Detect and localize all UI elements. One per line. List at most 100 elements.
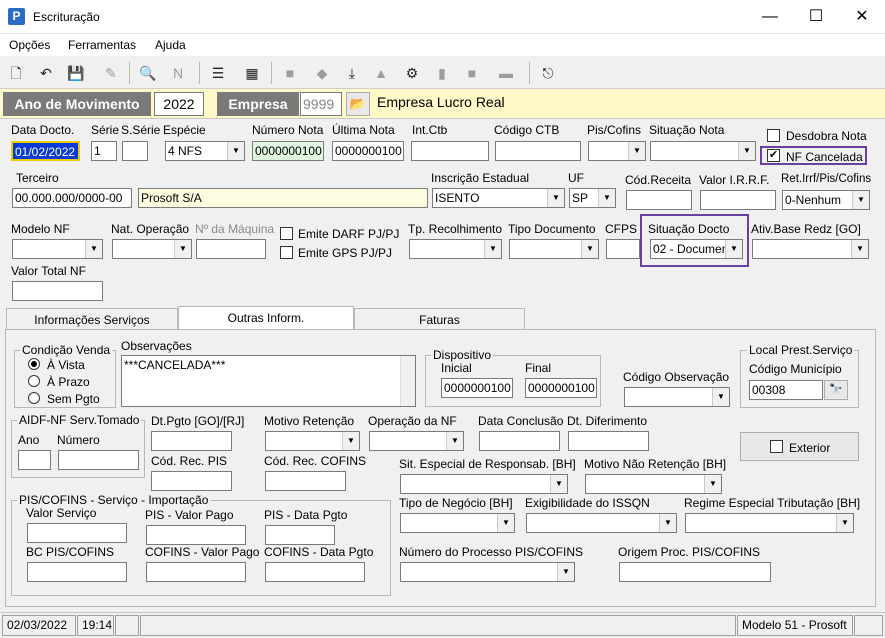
sit-especial-select[interactable]: ▼ xyxy=(400,474,568,494)
aidf-numero-field[interactable] xyxy=(58,450,139,470)
inscricao-estadual-select[interactable]: ISENTO ▼ xyxy=(432,188,565,208)
desdobra-nota-checkbox[interactable] xyxy=(767,129,780,142)
int-ctb-field[interactable] xyxy=(411,141,489,161)
minus-icon[interactable]: ▬ xyxy=(496,63,516,83)
pis-valor-pago-field[interactable] xyxy=(146,525,246,545)
tools-icon[interactable]: ◆ xyxy=(312,63,332,83)
exterior-checkbox[interactable] xyxy=(770,440,783,453)
valor-servico-field[interactable] xyxy=(27,523,127,543)
delete-icon[interactable]: ✎ xyxy=(101,63,121,83)
desdobra-nota-label: Desdobra Nota xyxy=(786,129,867,143)
close-button[interactable]: ✕ xyxy=(839,0,885,34)
tab-faturas[interactable]: Faturas xyxy=(354,308,525,330)
ano-movimento-field[interactable]: 2022 xyxy=(154,92,204,116)
home-icon[interactable]: ▲ xyxy=(371,63,391,83)
nat-operacao-select[interactable]: ▼ xyxy=(112,239,192,259)
codigo-ctb-field[interactable] xyxy=(495,141,581,161)
pis-data-pgto-label: PIS - Data Pgto xyxy=(264,508,348,522)
menu-ferramentas[interactable]: Ferramentas xyxy=(68,38,136,52)
data-conclusao-field[interactable] xyxy=(479,431,560,451)
terceiro-nome-field[interactable]: Prosoft S/A xyxy=(138,188,428,208)
empresa-code-field[interactable]: 9999 xyxy=(300,92,342,116)
bc-pis-cofins-field[interactable] xyxy=(27,562,127,582)
minimize-button[interactable]: — xyxy=(747,0,793,34)
calc-icon[interactable]: ⚙ xyxy=(402,63,422,83)
menu-opcoes[interactable]: Opções xyxy=(9,38,50,52)
serie-field[interactable]: 1 xyxy=(91,141,117,161)
uf-select[interactable]: SP ▼ xyxy=(569,188,616,208)
disp-inicial-field[interactable]: 0000000100 xyxy=(441,378,513,398)
especie-select[interactable]: 4 NFS ▼ xyxy=(165,141,245,161)
observacoes-textarea[interactable]: ***CANCELADA*** xyxy=(121,355,416,407)
situacao-nota-select[interactable]: ▼ xyxy=(650,141,756,161)
modelo-nf-select[interactable]: ▼ xyxy=(12,239,103,259)
operacao-nf-select[interactable]: ▼ xyxy=(369,431,464,451)
cod-rec-pis-field[interactable] xyxy=(151,471,232,491)
new-document-icon[interactable]: 🗋 xyxy=(6,63,26,83)
box-icon[interactable]: ▮ xyxy=(432,63,452,83)
tipo-negocio-select[interactable]: ▼ xyxy=(400,513,515,533)
numero-processo-select[interactable]: ▼ xyxy=(400,562,575,582)
situacao-docto-select[interactable]: 02 - Documen ▼ xyxy=(650,239,743,259)
irrf-field[interactable] xyxy=(700,190,776,210)
ultima-nota-field[interactable]: 0000000100 xyxy=(332,141,404,161)
maximize-button[interactable]: ☐ xyxy=(793,0,839,34)
cod-rec-cofins-field[interactable] xyxy=(265,471,346,491)
cofins-data-pgto-field[interactable] xyxy=(265,562,365,582)
ret-irrf-select[interactable]: 0-Nenhum ▼ xyxy=(782,190,870,210)
regime-especial-select[interactable]: ▼ xyxy=(685,513,854,533)
cod-receita-field[interactable] xyxy=(626,190,692,210)
nf-cancelada-checkbox[interactable]: ✔ xyxy=(767,149,780,162)
data-docto-field[interactable]: 01/02/2022 xyxy=(11,141,80,161)
toolbar-separator xyxy=(529,62,530,84)
download-icon[interactable]: ⤓ xyxy=(342,63,362,83)
valor-total-field[interactable] xyxy=(12,281,103,301)
radio-a-prazo[interactable] xyxy=(28,375,40,387)
nfe-icon[interactable]: N xyxy=(168,63,188,83)
tab-outras-inform[interactable]: Outras Inform. xyxy=(178,306,354,330)
exigibilidade-select[interactable]: ▼ xyxy=(526,513,677,533)
ativ-base-label: Ativ.Base Redz [GO] xyxy=(751,222,861,236)
terceiro-cnpj-field[interactable]: 00.000.000/0000-00 xyxy=(12,188,132,208)
pis-cofins-select[interactable]: ▼ xyxy=(588,141,646,161)
folder-icon[interactable]: ■ xyxy=(280,63,300,83)
valor-servico-label: Valor Serviço xyxy=(26,506,97,520)
numero-nota-field[interactable]: 0000000100 xyxy=(252,141,324,161)
pis-data-pgto-field[interactable] xyxy=(265,525,335,545)
cofins-valor-pago-field[interactable] xyxy=(146,562,246,582)
preview-icon[interactable]: 🔍 xyxy=(138,63,158,83)
tipo-documento-select[interactable]: ▼ xyxy=(509,239,599,259)
radio-a-prazo-label: À Prazo xyxy=(47,375,90,389)
codigo-observacao-select[interactable]: ▼ xyxy=(624,387,730,407)
radio-sem-pgto[interactable] xyxy=(28,392,40,404)
codigo-municipio-field[interactable]: 00308 xyxy=(749,380,823,400)
tp-recolhimento-select[interactable]: ▼ xyxy=(409,239,502,259)
emite-darf-checkbox[interactable] xyxy=(280,227,293,240)
ativ-base-select[interactable]: ▼ xyxy=(752,239,869,259)
chevron-down-icon: ▼ xyxy=(852,191,869,209)
sserie-field[interactable] xyxy=(122,141,148,161)
emite-gps-checkbox[interactable] xyxy=(280,246,293,259)
exit-icon[interactable]: ⎋ xyxy=(538,63,558,83)
observacoes-scrollbar[interactable] xyxy=(400,356,415,406)
motivo-retencao-select[interactable]: ▼ xyxy=(265,431,360,451)
binoculars-icon[interactable]: 🔭 xyxy=(824,380,848,400)
report-icon[interactable]: ▦ xyxy=(242,63,262,83)
radio-a-vista[interactable] xyxy=(28,358,40,370)
table-icon[interactable]: ■ xyxy=(462,63,482,83)
open-folder-icon[interactable]: 📂 xyxy=(346,92,370,116)
aidf-ano-field[interactable] xyxy=(18,450,51,470)
menu-ajuda[interactable]: Ajuda xyxy=(155,38,186,52)
save-icon[interactable]: 💾 xyxy=(66,63,86,83)
ano-movimento-label: Ano de Movimento xyxy=(3,92,151,116)
undo-icon[interactable]: ↶ xyxy=(36,63,56,83)
origem-processo-field[interactable] xyxy=(619,562,771,582)
cfps-field[interactable] xyxy=(606,239,640,259)
dt-diferimento-field[interactable] xyxy=(568,431,649,451)
motivo-nao-retencao-select[interactable]: ▼ xyxy=(585,474,722,494)
tab-informacoes-servicos[interactable]: Informações Serviços xyxy=(6,308,178,330)
disp-final-field[interactable]: 0000000100 xyxy=(525,378,597,398)
dt-pgto-field[interactable] xyxy=(151,431,232,451)
n-maquina-field[interactable] xyxy=(196,239,266,259)
list-icon[interactable]: ☰ xyxy=(208,63,228,83)
